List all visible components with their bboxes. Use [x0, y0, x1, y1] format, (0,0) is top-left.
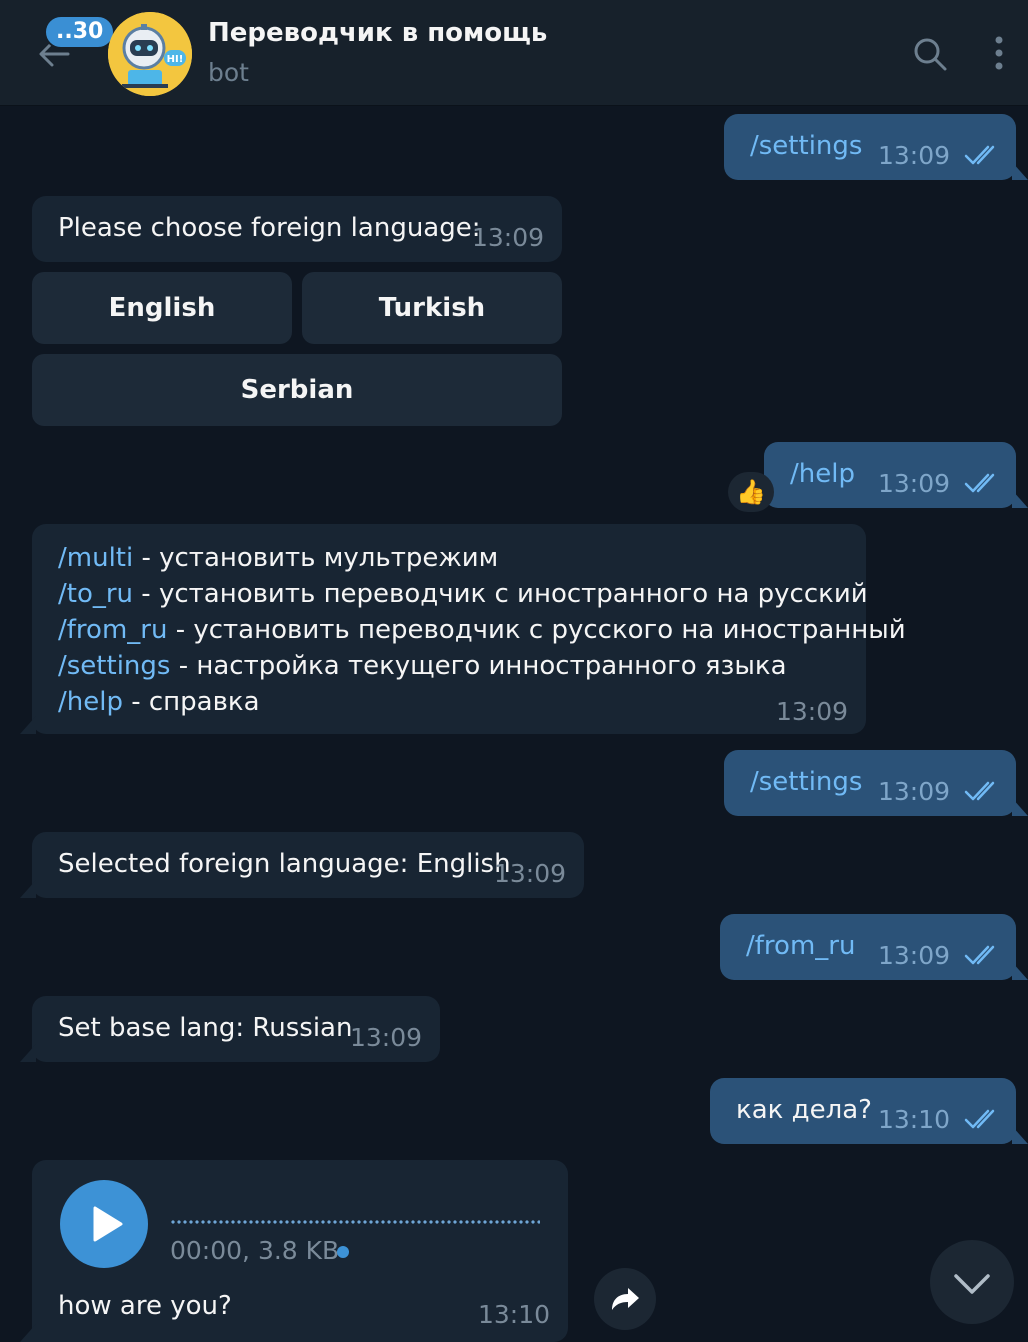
double-check-icon — [964, 1109, 995, 1129]
help-line: /from_ru - установить переводчик с русск… — [58, 612, 906, 648]
message-outgoing: /help 13:09 — [764, 442, 1016, 508]
message-time: 13:09 — [878, 141, 951, 170]
more-vertical-icon — [995, 36, 1003, 70]
command-link[interactable]: /multi — [58, 543, 133, 573]
message-time: 13:09 — [776, 697, 849, 726]
play-icon — [93, 1206, 123, 1242]
command-link[interactable]: /settings — [58, 651, 170, 681]
message-incoming: Set base lang: Russian 13:09 — [32, 996, 440, 1062]
command-link[interactable]: /from_ru — [58, 615, 167, 645]
unplayed-dot — [337, 1246, 349, 1258]
keyboard-button-turkish[interactable]: Turkish — [302, 272, 562, 344]
voice-waveform[interactable] — [170, 1219, 540, 1225]
message-incoming: /multi - установить мультрежим /to_ru - … — [32, 524, 906, 734]
command-link[interactable]: /settings — [750, 764, 862, 800]
double-check-icon — [964, 781, 995, 801]
command-description: - установить мультрежим — [133, 543, 499, 573]
command-link[interactable]: /from_ru — [746, 928, 855, 964]
message-text: Set base lang: Russian — [58, 1013, 353, 1043]
forward-icon — [612, 1288, 639, 1310]
command-description: - установить переводчик с русского на ин… — [167, 615, 906, 645]
message-outgoing: /settings 13:09 — [724, 114, 1016, 180]
reaction-thumbs-up[interactable]: 👍 — [728, 472, 774, 512]
svg-text:HI!: HI! — [167, 54, 184, 65]
avatar[interactable]: HI! — [108, 12, 192, 96]
message-text: как дела? — [736, 1095, 872, 1125]
message-time: 13:09 — [878, 777, 951, 806]
message-time: 13:09 — [350, 1023, 423, 1052]
message-outgoing: /settings 13:09 — [724, 750, 1016, 816]
chat-header: ..30 HI! Переводчик в помощь bot — [0, 0, 1028, 106]
message-incoming: Selected foreign language: English 13:09 — [32, 832, 584, 898]
message-time: 13:09 — [494, 859, 567, 888]
search-button[interactable] — [910, 34, 950, 74]
command-description: - справка — [122, 687, 260, 717]
message-time: 13:09 — [878, 941, 951, 970]
help-line: /help - справка — [58, 684, 260, 720]
keyboard-button-serbian[interactable]: Serbian — [32, 354, 562, 426]
message-time: 13:10 — [478, 1300, 551, 1329]
message-time: 13:09 — [878, 469, 951, 498]
message-time: 13:09 — [472, 223, 545, 252]
command-link[interactable]: /to_ru — [58, 579, 133, 609]
help-line: /settings - настройка текущего инностран… — [58, 648, 787, 684]
message-text: how are you? — [58, 1291, 232, 1321]
double-check-icon — [964, 145, 995, 165]
robot-avatar-icon: HI! — [108, 12, 192, 96]
keyboard-button-english[interactable]: English — [32, 272, 292, 344]
command-link[interactable]: /settings — [750, 128, 862, 164]
command-link[interactable]: /help — [790, 456, 855, 492]
command-link[interactable]: /help — [58, 687, 123, 717]
message-text: Selected foreign language: English — [58, 849, 511, 879]
command-description: - установить переводчик с иностранного н… — [133, 579, 868, 609]
help-line: /to_ru - установить переводчик с иностра… — [58, 576, 868, 612]
unread-badge: ..30 — [44, 15, 116, 49]
message-incoming: Please choose foreign language: 13:09 — [32, 196, 562, 262]
message-outgoing: как дела? 13:10 — [710, 1078, 1016, 1144]
more-button[interactable] — [984, 34, 1014, 74]
command-description: - настройка текущего инностранного языка — [170, 651, 787, 681]
message-text: Please choose foreign language: — [58, 213, 481, 243]
scroll-to-bottom-button[interactable] — [930, 1240, 1014, 1324]
double-check-icon — [964, 473, 995, 493]
double-check-icon — [964, 945, 995, 965]
chevron-down-icon — [954, 1274, 990, 1294]
chat-title[interactable]: Переводчик в помощь — [208, 18, 547, 48]
search-icon — [914, 38, 947, 71]
play-button[interactable] — [60, 1180, 148, 1268]
forward-button[interactable] — [594, 1268, 656, 1330]
message-outgoing: /from_ru 13:09 — [720, 914, 1016, 980]
chat-subtitle: bot — [208, 58, 249, 87]
voice-duration-size: 00:00, 3.8 KB — [170, 1236, 340, 1265]
message-time: 13:10 — [878, 1105, 951, 1134]
help-line: /multi - установить мультрежим — [58, 540, 498, 576]
